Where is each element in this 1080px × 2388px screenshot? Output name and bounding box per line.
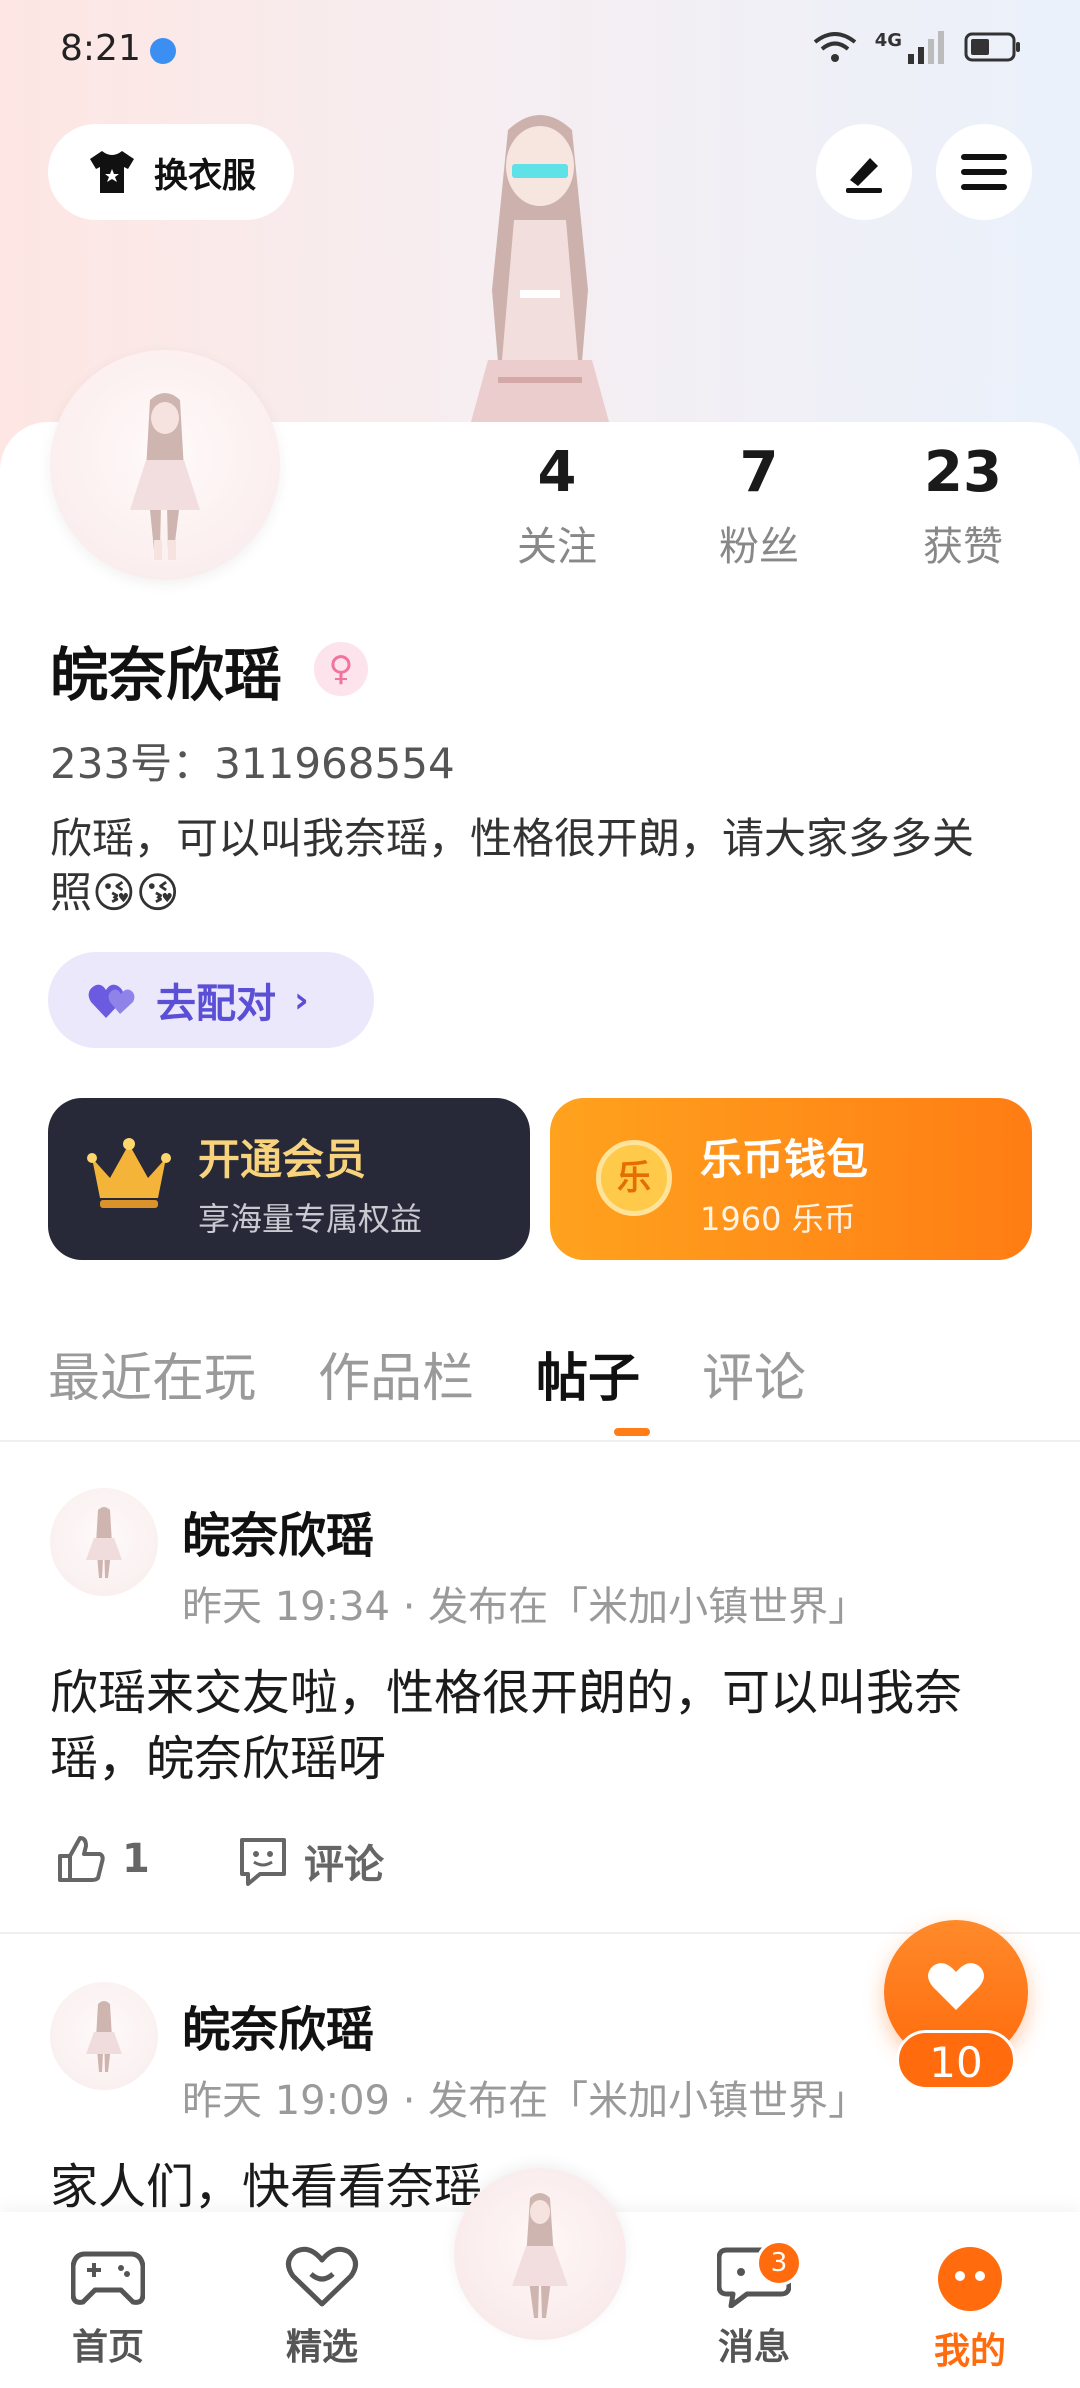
wifi-icon [813,32,856,62]
stat-followers-value: 7 [739,440,779,505]
post-author-name[interactable]: 皖奈欣瑶 [182,1496,374,1566]
nav-profile-label: 我的 [933,2331,1006,2372]
nav-home[interactable]: 首页 [38,2246,178,2370]
heart-icon [928,1963,984,2010]
thumbs-up-icon [58,1836,105,1882]
profile-id[interactable]: 233号：311968554 [50,730,455,791]
post-avatar-figure [86,2001,122,2072]
avatar-figure [130,393,200,560]
edit-profile-button[interactable] [816,124,912,220]
stat-likes-label: 获赞 [923,524,1003,570]
coin-wallet-card[interactable]: 乐 乐币钱包 1960 乐币 [550,1098,1032,1260]
pen-icon [846,158,882,193]
floating-like-count: 10 [896,2030,1016,2090]
tab-divider [0,1440,1080,1442]
stat-followers-label: 粉丝 [719,524,799,570]
post-comment-button[interactable]: 评论 [236,1832,384,1890]
stat-following-label: 关注 [517,524,597,570]
nav-profile[interactable]: 我的 [900,2246,1040,2374]
face-icon [938,2247,1002,2311]
vip-title: 开通会员 [198,1135,367,1184]
network-type-label: 4G [874,29,902,51]
profile-tabs: 最近在玩 作品栏 帖子 评论 [48,1336,806,1411]
stat-followers[interactable]: 7 粉丝 [694,440,824,572]
post-avatar-figure [86,1507,122,1578]
avatar-character-figure [466,115,614,440]
tab-recent-played[interactable]: 最近在玩 [48,1336,256,1411]
battery-icon [964,32,1020,62]
profile-bio: 欣瑶，可以叫我奈瑶，性格很开朗，请大家多多关照😘😘 [50,814,975,917]
messages-badge: 3 [756,2240,802,2286]
nav-messages[interactable]: 3 消息 [684,2240,824,2370]
wallet-balance: 1960 乐币 [700,1200,856,1238]
nav-featured-label: 精选 [285,2327,358,2368]
crown-icon [87,1138,171,1208]
nav-home-label: 首页 [71,2327,144,2368]
location-status-icon [150,38,176,64]
post-meta: 昨天 19:34 · 发布在「米加小镇世界」 [182,1584,869,1630]
profile-avatar[interactable] [50,350,280,580]
go-match-button[interactable]: 去配对 › [48,952,374,1048]
wallet-title: 乐币钱包 [700,1135,869,1184]
nav-avatar-figure [512,2193,568,2318]
stat-following-value: 4 [537,440,577,505]
female-gender-icon: ♀ [314,642,368,696]
menu-button[interactable] [936,124,1032,220]
go-match-label: 去配对 [156,981,276,1027]
double-heart-icon [88,984,135,1018]
post-author-avatar[interactable] [50,1488,158,1596]
tab-works[interactable]: 作品栏 [318,1336,474,1411]
nav-avatar-center[interactable] [454,2168,626,2340]
nav-messages-label: 消息 [717,2327,790,2368]
post-author-name[interactable]: 皖奈欣瑶 [182,1990,374,2060]
tab-comments[interactable]: 评论 [702,1336,806,1411]
stat-likes[interactable]: 23 获赞 [898,440,1028,572]
gamepad-icon [70,2251,146,2305]
stat-likes-value: 23 [924,440,1002,505]
coin-icon: 乐 [596,1140,672,1216]
change-outfit-label: 换衣服 [154,155,256,196]
post-meta: 昨天 19:09 · 发布在「米加小镇世界」 [182,2078,869,2124]
heart-outline-icon [286,2246,358,2307]
hamburger-menu-icon [961,154,1007,190]
comment-smile-icon [240,1838,286,1886]
active-tab-indicator [614,1428,650,1436]
post-content[interactable]: 欣瑶来交友啦，性格很开朗的，可以叫我奈瑶，皖奈欣瑶呀 [50,1660,1010,1792]
vip-subtitle: 享海量专属权益 [198,1200,423,1238]
post-like-button[interactable]: 1 [54,1832,150,1886]
tshirt-icon [90,151,134,193]
stat-following[interactable]: 4 关注 [492,440,622,572]
chevron-right-icon: › [294,979,309,1021]
change-outfit-button[interactable]: 换衣服 [48,124,294,220]
tab-posts[interactable]: 帖子 [536,1336,640,1411]
status-time: 8:21 [60,28,141,69]
profile-username: 皖奈欣瑶 [50,641,283,709]
status-icons: 4G [813,30,1022,64]
vip-membership-card[interactable]: 开通会员 享海量专属权益 [48,1098,530,1260]
nav-featured[interactable]: 精选 [252,2246,392,2370]
signal-icon [908,31,944,64]
post-author-avatar[interactable] [50,1982,158,2090]
post-comment-label: 评论 [304,1842,384,1888]
post-like-count: 1 [122,1836,150,1882]
